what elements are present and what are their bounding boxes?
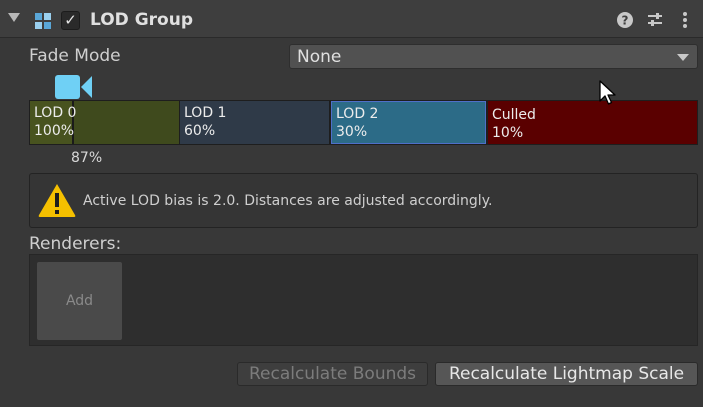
presets-icon[interactable] [646, 11, 664, 29]
fade-mode-value: None [297, 47, 342, 67]
help-icon[interactable]: ? [616, 11, 634, 29]
lod-segment-percent: 30% [336, 124, 368, 140]
lod-segment-culled[interactable]: Culled 10% [488, 101, 697, 144]
lod-segment-name: LOD 2 [336, 106, 379, 122]
camera-percent-label: 87% [71, 150, 103, 166]
svg-text:?: ? [622, 14, 629, 28]
component-header: ✓ LOD Group ? [0, 0, 703, 38]
lod-segment-name: Culled [492, 107, 536, 123]
mouse-cursor-icon [599, 80, 616, 105]
chevron-down-icon [677, 54, 689, 61]
add-renderer-button[interactable]: Add [36, 261, 123, 341]
component-enabled-checkbox[interactable]: ✓ [61, 11, 80, 30]
warning-helpbox: Active LOD bias is 2.0. Distances are ad… [29, 173, 698, 228]
lod-group-icon [35, 13, 51, 29]
lod-segment-percent: 10% [492, 125, 524, 141]
lod-segment-2[interactable]: LOD 2 30% [331, 101, 486, 144]
lod-segment-1[interactable]: LOD 1 60% [180, 101, 329, 144]
warning-icon [38, 184, 76, 217]
recalculate-bounds-button[interactable]: Recalculate Bounds [237, 362, 428, 386]
renderers-label: Renderers: [29, 234, 122, 254]
lod-segment-name: LOD 0 [34, 105, 77, 121]
fade-mode-dropdown[interactable]: None [289, 44, 698, 69]
renderers-list: Add [29, 254, 698, 346]
foldout-arrow-icon[interactable] [8, 13, 20, 22]
lod-segment-0[interactable]: LOD 0 100% [30, 101, 179, 144]
warning-message: Active LOD bias is 2.0. Distances are ad… [83, 193, 493, 209]
component-title: LOD Group [90, 10, 193, 30]
recalculate-lightmap-scale-button[interactable]: Recalculate Lightmap Scale [435, 362, 698, 386]
lod-segment-name: LOD 1 [184, 105, 227, 121]
lod-segment-percent: 100% [34, 123, 75, 139]
camera-icon[interactable] [55, 74, 93, 100]
lod-segment-percent: 60% [184, 123, 216, 139]
more-menu-icon[interactable] [676, 11, 694, 29]
fade-mode-label: Fade Mode [29, 46, 121, 66]
